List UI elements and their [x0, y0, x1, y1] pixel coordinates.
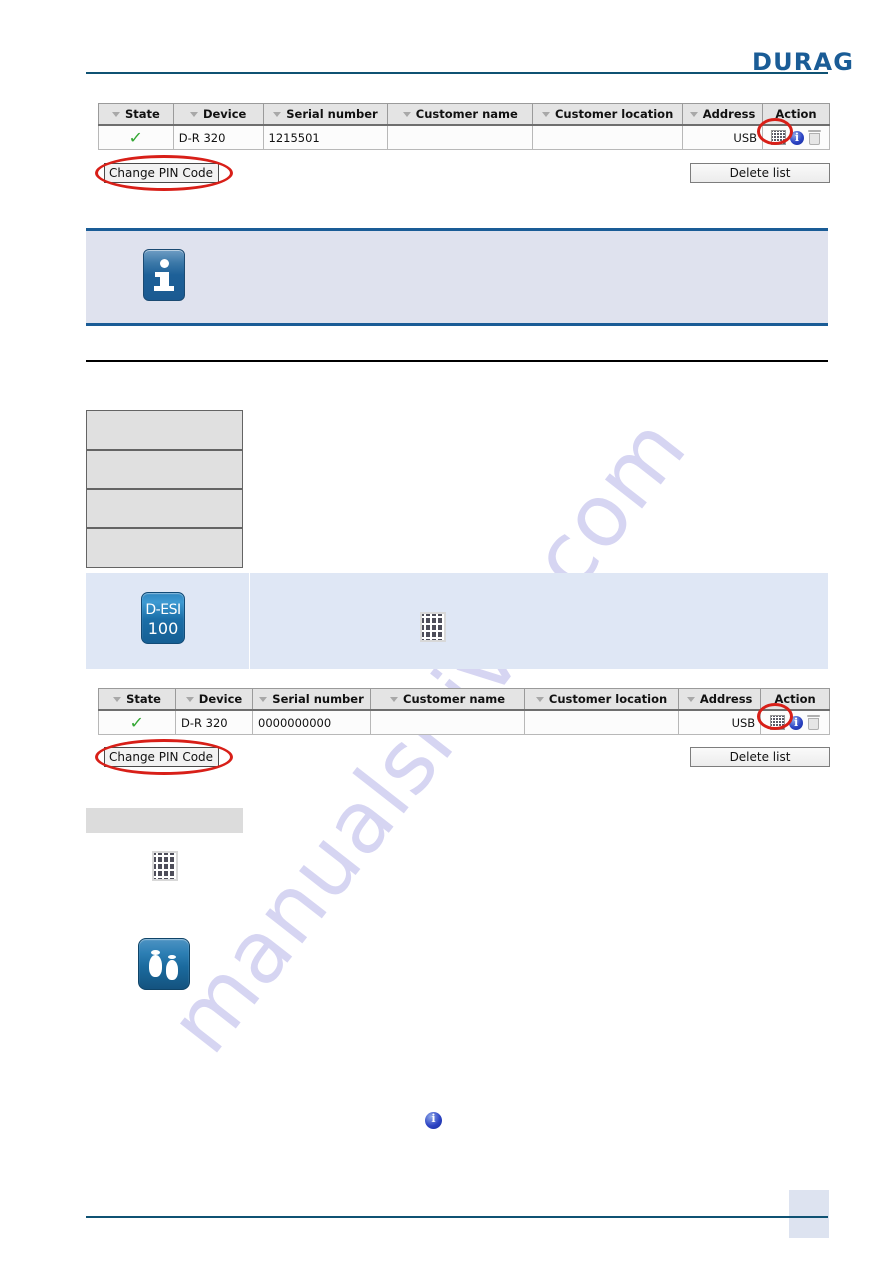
cell-customer-name	[387, 124, 534, 150]
sort-caret-icon[interactable]	[689, 111, 698, 117]
panel-divider	[249, 573, 250, 669]
cell-customer-name	[370, 709, 526, 735]
status-ok-icon: ✓	[129, 712, 145, 732]
delete-list-button-top[interactable]: Delete list	[690, 163, 830, 183]
cell-serial-number: 0000000000	[251, 709, 372, 735]
sort-caret-icon[interactable]	[259, 696, 268, 702]
cell-address: USB	[678, 709, 762, 735]
status-ok-icon: ✓	[128, 127, 144, 147]
keypad-icon[interactable]	[771, 130, 786, 145]
footprints-icon	[138, 938, 190, 990]
column-header-device[interactable]: Device	[172, 103, 264, 126]
column-header-customer-name[interactable]: Customer name	[370, 688, 526, 711]
section-divider	[86, 360, 828, 362]
device-table-bottom: State Device Serial number Customer name…	[98, 688, 830, 735]
keypad-icon[interactable]	[770, 715, 786, 730]
column-header-serial-number[interactable]: Serial number	[251, 688, 372, 711]
sort-caret-icon[interactable]	[185, 696, 194, 702]
cell-address: USB	[682, 124, 764, 150]
table-row[interactable]: ✓ D-R 320 1215501 USB	[98, 124, 830, 150]
change-pin-code-button-top[interactable]: Change PIN Code	[104, 163, 219, 183]
cell-customer-location	[532, 124, 684, 150]
trash-icon[interactable]	[807, 715, 821, 730]
cell-action	[760, 709, 830, 735]
column-header-customer-location[interactable]: Customer location	[532, 103, 684, 126]
sort-caret-icon[interactable]	[111, 111, 120, 117]
sort-caret-icon[interactable]	[402, 111, 411, 117]
sort-caret-icon[interactable]	[535, 696, 544, 702]
cell-action	[762, 124, 830, 150]
keypad-icon-step	[152, 851, 178, 881]
change-pin-code-button-bottom[interactable]: Change PIN Code	[104, 747, 219, 767]
cell-serial-number: 1215501	[262, 124, 389, 150]
d-esi-100-icon: D-ESI 100	[141, 592, 185, 644]
cell-state: ✓	[98, 709, 176, 735]
placeholder-block-1	[86, 410, 243, 450]
column-header-address[interactable]: Address	[678, 688, 762, 711]
table-header-row: State Device Serial number Customer name…	[98, 103, 830, 126]
column-header-address[interactable]: Address	[682, 103, 764, 126]
device-table-top: State Device Serial number Customer name…	[98, 103, 830, 150]
page-number-box	[789, 1190, 829, 1238]
trash-icon[interactable]	[808, 130, 821, 145]
cell-device: D-R 320	[172, 124, 264, 150]
column-header-device[interactable]: Device	[175, 688, 253, 711]
table-header-row: State Device Serial number Customer name…	[98, 688, 830, 711]
column-header-action: Action	[762, 103, 830, 126]
cell-device: D-R 320	[175, 709, 253, 735]
sort-caret-icon[interactable]	[541, 111, 550, 117]
information-icon	[143, 249, 185, 301]
column-header-action: Action	[760, 688, 830, 711]
placeholder-bar	[86, 808, 243, 833]
cell-state: ✓	[98, 124, 174, 150]
column-header-serial-number[interactable]: Serial number	[262, 103, 389, 126]
placeholder-block-4	[86, 528, 243, 568]
device-preview-panel	[86, 573, 828, 669]
cell-customer-location	[524, 709, 680, 735]
column-header-customer-name[interactable]: Customer name	[387, 103, 534, 126]
placeholder-block-2	[86, 450, 243, 489]
sort-caret-icon[interactable]	[273, 111, 282, 117]
keypad-icon-panel	[420, 612, 446, 642]
footer-rule	[86, 1216, 828, 1218]
info-icon[interactable]	[790, 130, 804, 145]
sort-caret-icon[interactable]	[113, 696, 122, 702]
table-row[interactable]: ✓ D-R 320 0000000000 USB	[98, 709, 830, 735]
delete-list-button-bottom[interactable]: Delete list	[690, 747, 830, 767]
column-header-state[interactable]: State	[98, 103, 174, 126]
sort-caret-icon[interactable]	[189, 111, 198, 117]
column-header-customer-location[interactable]: Customer location	[524, 688, 680, 711]
placeholder-block-3	[86, 489, 243, 528]
header-rule	[86, 72, 828, 74]
info-icon[interactable]	[789, 715, 804, 730]
sort-caret-icon[interactable]	[390, 696, 399, 702]
column-header-state[interactable]: State	[98, 688, 176, 711]
info-callout	[86, 228, 828, 326]
sort-caret-icon[interactable]	[686, 696, 695, 702]
info-icon-inline	[425, 1111, 442, 1129]
